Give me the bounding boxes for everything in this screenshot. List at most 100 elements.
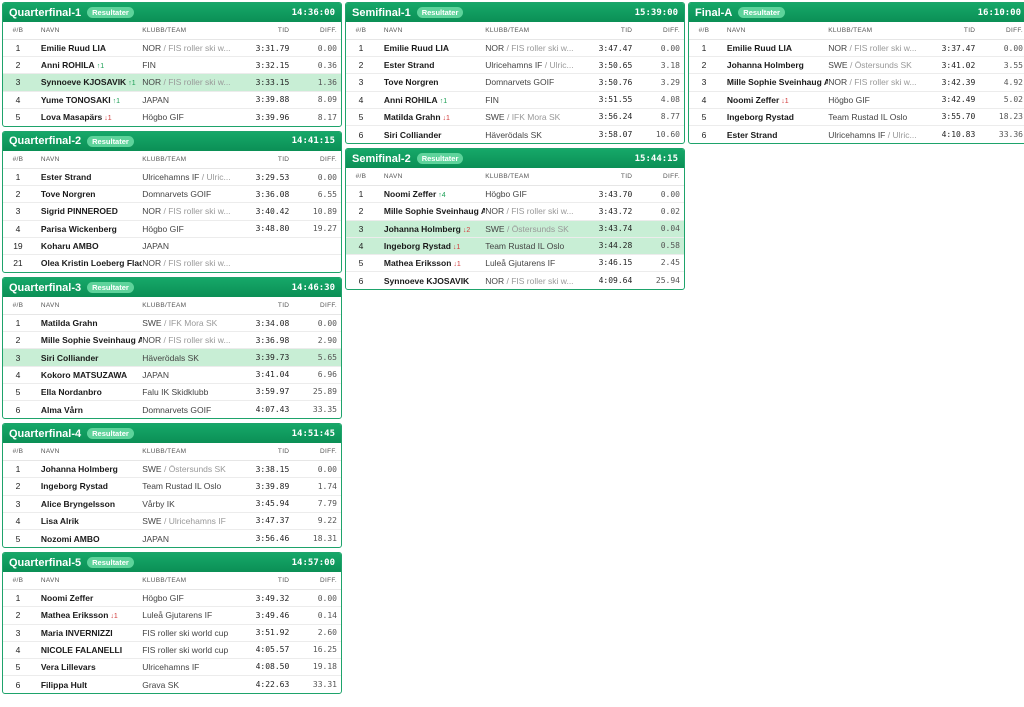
athlete-name[interactable]: Ingeborg Rystad — [715, 112, 828, 122]
athlete-name[interactable]: Anni ROHILA ↑1 — [372, 95, 485, 105]
table-row[interactable]: 19 Koharu AMBO JAPAN — [3, 238, 341, 255]
table-row[interactable]: 1 Ester Strand Ulricehamns IF / Ulric...… — [3, 169, 341, 187]
table-row[interactable]: 4 Ingeborg Rystad ↓1 Team Rustad IL Oslo … — [346, 237, 684, 255]
table-row[interactable]: 21 Olea Kristin Loeberg Flad... NOR / FI… — [3, 255, 341, 272]
athlete-name[interactable]: Sigrid PINNEROED — [29, 206, 142, 216]
table-row[interactable]: 3 Tove Norgren Domnarvets GOIF 3:50.76 3… — [346, 74, 684, 92]
table-row[interactable]: 4 Anni ROHILA ↑1 FIN 3:51.55 4.08 — [346, 92, 684, 109]
athlete-name[interactable]: Ella Nordanbro — [29, 387, 142, 397]
athlete-name[interactable]: Mille Sophie Sveinhaug A... — [715, 77, 828, 87]
table-row[interactable]: 4 Lisa Alrik SWE / Ulricehamns IF 3:47.3… — [3, 513, 341, 530]
table-row[interactable]: 5 Matilda Grahn ↓1 SWE / IFK Mora SK 3:56… — [346, 109, 684, 126]
athlete-name[interactable]: Noomi Zeffer ↓1 — [715, 95, 828, 105]
athlete-name[interactable]: Vera Lillevars — [29, 662, 142, 672]
table-row[interactable]: 6 Alma Vårn Domnarvets GOIF 4:07.43 33.3… — [3, 401, 341, 418]
table-row[interactable]: 1 Noomi Zeffer Högbo GIF 3:49.32 0.00 — [3, 590, 341, 608]
athlete-name[interactable]: Synnoeve KJOSAVIK — [372, 276, 485, 286]
athlete-name[interactable]: Siri Colliander — [372, 130, 485, 140]
athlete-name[interactable]: Johanna Holmberg ↓2 — [372, 224, 485, 234]
athlete-name[interactable]: Siri Colliander — [29, 353, 142, 363]
athlete-name[interactable]: Noomi Zeffer ↑4 — [372, 189, 485, 199]
athlete-name[interactable]: Koharu AMBO — [29, 241, 142, 251]
table-row[interactable]: 2 Ester Strand Ulricehamns IF / Ulric...… — [346, 57, 684, 75]
athlete-name[interactable]: Noomi Zeffer — [29, 593, 142, 603]
athlete-name[interactable]: Alma Vårn — [29, 405, 142, 415]
athlete-name[interactable]: Matilda Grahn — [29, 318, 142, 328]
table-row[interactable]: 3 Sigrid PINNEROED NOR / FIS roller ski … — [3, 203, 341, 221]
heat-title[interactable]: Quarterfinal-2 — [9, 135, 81, 147]
heat-title[interactable]: Final-A — [695, 7, 732, 19]
heat-title[interactable]: Semifinal-2 — [352, 153, 411, 165]
results-badge[interactable]: Resultater — [738, 7, 785, 18]
athlete-name[interactable]: Mille Sophie Sveinhaug A... — [372, 206, 485, 216]
athlete-name[interactable]: Lisa Alrik — [29, 516, 142, 526]
table-row[interactable]: 4 Yume TONOSAKI ↑1 JAPAN 3:39.88 8.09 — [3, 92, 341, 109]
table-row[interactable]: 5 Ella Nordanbro Falu IK Skidklubb 3:59.… — [3, 384, 341, 401]
heat-title[interactable]: Quarterfinal-1 — [9, 7, 81, 19]
athlete-name[interactable]: Lova Masapärs ↓1 — [29, 112, 142, 122]
athlete-name[interactable]: Mathea Eriksson ↓1 — [372, 258, 485, 268]
table-row[interactable]: 5 Vera Lillevars Ulricehamns IF 4:08.50 … — [3, 659, 341, 677]
table-row[interactable]: 4 Kokoro MATSUZAWA JAPAN 3:41.04 6.96 — [3, 367, 341, 384]
table-row[interactable]: 3 Siri Colliander Häverödals SK 3:39.73 … — [3, 349, 341, 367]
results-badge[interactable]: Resultater — [416, 153, 464, 165]
athlete-name[interactable]: Johanna Holmberg — [715, 60, 828, 70]
table-row[interactable]: 1 Emilie Ruud LIA NOR / FIS roller ski w… — [689, 40, 1024, 58]
table-row[interactable]: 1 Emilie Ruud LIA NOR / FIS roller ski w… — [3, 40, 341, 58]
table-row[interactable]: 4 Parisa Wickenberg Högbo GIF 3:48.80 19… — [3, 221, 341, 238]
table-row[interactable]: 6 Ester Strand Ulricehamns IF / Ulric...… — [689, 126, 1024, 143]
results-badge[interactable]: Resultater — [87, 7, 134, 18]
table-row[interactable]: 2 Mathea Eriksson ↓1 Luleå Gjutarens IF 3… — [3, 607, 341, 625]
athlete-name[interactable]: Tove Norgren — [29, 189, 142, 199]
athlete-name[interactable]: Anni ROHILA ↑1 — [29, 60, 142, 70]
athlete-name[interactable]: Johanna Holmberg — [29, 464, 142, 474]
athlete-name[interactable]: Alice Bryngelsson — [29, 499, 142, 509]
athlete-name[interactable]: Emilie Ruud LIA — [372, 43, 485, 53]
table-row[interactable]: 3 Johanna Holmberg ↓2 SWE / Östersunds SK… — [346, 220, 684, 238]
table-row[interactable]: 2 Mille Sophie Sveinhaug A... NOR / FIS … — [346, 203, 684, 221]
heat-title[interactable]: Semifinal-1 — [352, 7, 411, 19]
table-row[interactable]: 1 Emilie Ruud LIA NOR / FIS roller ski w… — [346, 40, 684, 58]
athlete-name[interactable]: Kokoro MATSUZAWA — [29, 370, 142, 380]
athlete-name[interactable]: Maria INVERNIZZI — [29, 628, 142, 638]
athlete-name[interactable]: Olea Kristin Loeberg Flad... — [29, 258, 142, 268]
table-row[interactable]: 6 Siri Colliander Häverödals SK 3:58.07 … — [346, 126, 684, 143]
table-row[interactable]: 2 Mille Sophie Sveinhaug A... NOR / FIS … — [3, 332, 341, 350]
athlete-name[interactable]: NICOLE FALANELLI — [29, 645, 142, 655]
athlete-name[interactable]: Matilda Grahn ↓1 — [372, 112, 485, 122]
table-row[interactable]: 1 Noomi Zeffer ↑4 Högbo GIF 3:43.70 0.00 — [346, 186, 684, 204]
athlete-name[interactable]: Ester Strand — [372, 60, 485, 70]
table-row[interactable]: 2 Tove Norgren Domnarvets GOIF 3:36.08 6… — [3, 186, 341, 204]
table-row[interactable]: 6 Filippa Hult Grava SK 4:22.63 33.31 — [3, 676, 341, 693]
table-row[interactable]: 1 Matilda Grahn SWE / IFK Mora SK 3:34.0… — [3, 315, 341, 333]
heat-title[interactable]: Quarterfinal-4 — [9, 428, 81, 440]
results-badge[interactable]: Resultater — [87, 282, 134, 294]
results-badge[interactable]: Resultater — [416, 7, 464, 18]
heat-title[interactable]: Quarterfinal-3 — [9, 282, 81, 294]
table-row[interactable]: 5 Mathea Eriksson ↓1 Luleå Gjutarens IF 3… — [346, 255, 684, 273]
athlete-name[interactable]: Parisa Wickenberg — [29, 224, 142, 234]
table-row[interactable]: 2 Johanna Holmberg SWE / Östersunds SK 3… — [689, 57, 1024, 75]
table-row[interactable]: 4 Noomi Zeffer ↓1 Högbo GIF 3:42.49 5.02 — [689, 92, 1024, 109]
results-badge[interactable]: Resultater — [87, 428, 134, 440]
table-row[interactable]: 3 Maria INVERNIZZI FIS roller ski world … — [3, 625, 341, 642]
heat-title[interactable]: Quarterfinal-5 — [9, 557, 81, 569]
athlete-name[interactable]: Synnoeve KJOSAVIK ↑1 — [29, 77, 142, 87]
athlete-name[interactable]: Emilie Ruud LIA — [29, 43, 142, 53]
table-row[interactable]: 6 Synnoeve KJOSAVIK NOR / FIS roller ski… — [346, 272, 684, 289]
athlete-name[interactable]: Yume TONOSAKI ↑1 — [29, 95, 142, 105]
table-row[interactable]: 3 Alice Bryngelsson Vårby IK 3:45.94 7.7… — [3, 496, 341, 513]
athlete-name[interactable]: Tove Norgren — [372, 77, 485, 87]
table-row[interactable]: 3 Synnoeve KJOSAVIK ↑1 NOR / FIS roller s… — [3, 74, 341, 92]
athlete-name[interactable]: Ester Strand — [715, 130, 828, 140]
table-row[interactable]: 3 Mille Sophie Sveinhaug A... NOR / FIS … — [689, 74, 1024, 92]
athlete-name[interactable]: Ingeborg Rystad ↓1 — [372, 241, 485, 251]
table-row[interactable]: 2 Ingeborg Rystad Team Rustad IL Oslo 3:… — [3, 478, 341, 496]
table-row[interactable]: 5 Nozomi AMBO JAPAN 3:56.46 18.31 — [3, 530, 341, 547]
athlete-name[interactable]: Mille Sophie Sveinhaug A... — [29, 335, 142, 345]
athlete-name[interactable]: Nozomi AMBO — [29, 534, 142, 544]
athlete-name[interactable]: Emilie Ruud LIA — [715, 43, 828, 53]
results-badge[interactable]: Resultater — [87, 135, 134, 147]
athlete-name[interactable]: Filippa Hult — [29, 680, 142, 690]
athlete-name[interactable]: Ingeborg Rystad — [29, 481, 142, 491]
